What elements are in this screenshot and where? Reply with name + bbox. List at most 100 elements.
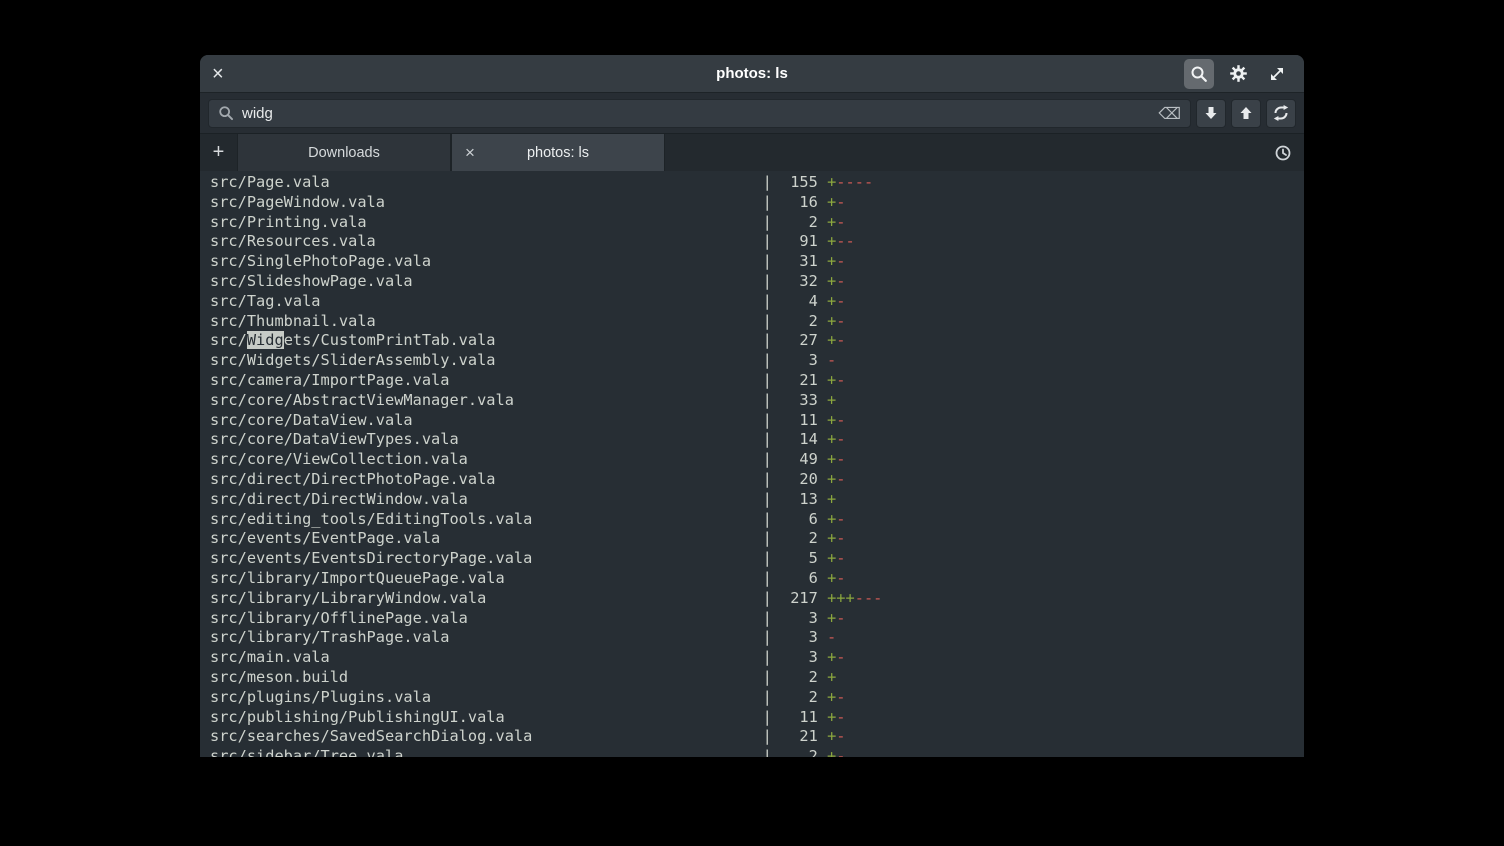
diff-addition-marker: +	[846, 589, 855, 607]
file-path: src/SlideshowPage.vala	[210, 272, 413, 290]
diff-addition-marker: +	[827, 549, 836, 567]
diff-stat-row: src/plugins/Plugins.vala | 2 +-	[210, 688, 1304, 708]
diff-deletion-marker: -	[864, 173, 873, 191]
diff-addition-marker: +	[827, 411, 836, 429]
change-count: | 3	[496, 351, 828, 369]
wrap-around-icon	[1272, 104, 1290, 122]
file-path: src/publishing/PublishingUI.vala	[210, 708, 505, 726]
diff-stat-row: src/library/ImportQueuePage.vala | 6 +-	[210, 569, 1304, 589]
search-previous-button[interactable]	[1231, 99, 1261, 128]
change-count: | 6	[505, 569, 827, 587]
change-count: | 2	[348, 668, 827, 686]
diff-deletion-marker: -	[836, 292, 845, 310]
search-icon	[218, 105, 234, 121]
diff-deletion-marker: -	[855, 173, 864, 191]
diff-deletion-marker: -	[836, 470, 845, 488]
diff-addition-marker: +	[827, 232, 836, 250]
diff-deletion-marker: -	[836, 450, 845, 468]
diff-stat-row: src/editing_tools/EditingTools.vala | 6 …	[210, 510, 1304, 530]
diff-deletion-marker: -	[836, 569, 845, 587]
fullscreen-button[interactable]	[1262, 59, 1292, 89]
change-count: | 4	[321, 292, 828, 310]
diff-deletion-marker: -	[846, 173, 855, 191]
diff-stat-row: src/meson.build | 2 +	[210, 668, 1304, 688]
gear-icon	[1229, 64, 1248, 83]
change-count: | 155	[330, 173, 827, 191]
change-count: | 21	[532, 727, 827, 745]
diff-addition-marker: +	[827, 589, 836, 607]
diff-stat-row: src/Widgets/SliderAssembly.vala | 3 -	[210, 351, 1304, 371]
history-button[interactable]	[1262, 134, 1304, 171]
change-count: | 5	[532, 549, 827, 567]
search-wrap-around-button[interactable]	[1266, 99, 1296, 128]
diff-addition-marker: +	[827, 747, 836, 757]
arrow-up-icon	[1238, 105, 1254, 121]
new-tab-button[interactable]: +	[200, 134, 237, 171]
file-path: src/SinglePhotoPage.vala	[210, 252, 431, 270]
tab-label: photos: ls	[527, 145, 589, 161]
terminal-output[interactable]: src/Page.vala | 155 +----src/PageWindow.…	[200, 171, 1304, 757]
diff-stat-row: src/direct/DirectPhotoPage.vala | 20 +-	[210, 470, 1304, 490]
diff-addition-marker: +	[827, 529, 836, 547]
diff-stat-row: src/Tag.vala | 4 +-	[210, 292, 1304, 312]
diff-deletion-marker: -	[846, 232, 855, 250]
file-path: src/Tag.vala	[210, 292, 321, 310]
change-count: | 11	[413, 411, 827, 429]
diff-deletion-marker: -	[836, 510, 845, 528]
diff-stat-row: src/Printing.vala | 2 +-	[210, 213, 1304, 233]
close-tab-icon[interactable]: ×	[465, 144, 475, 161]
diff-stat-row: src/library/LibraryWindow.vala | 217 +++…	[210, 589, 1304, 609]
change-count: | 49	[468, 450, 827, 468]
file-path: src/events/EventsDirectoryPage.vala	[210, 549, 532, 567]
diff-stat-row: src/Widgets/CustomPrintTab.vala | 27 +-	[210, 331, 1304, 351]
change-count: | 217	[486, 589, 827, 607]
file-path: src/library/LibraryWindow.vala	[210, 589, 486, 607]
diff-deletion-marker: -	[836, 232, 845, 250]
diff-addition-marker: +	[827, 272, 836, 290]
diff-stat-row: src/core/AbstractViewManager.vala | 33 +	[210, 391, 1304, 411]
close-window-button[interactable]: ×	[212, 64, 238, 84]
diff-addition-marker: +	[836, 589, 845, 607]
diff-addition-marker: +	[827, 173, 836, 191]
search-toggle-button[interactable]	[1184, 59, 1214, 89]
diff-stat-row: src/searches/SavedSearchDialog.vala | 21…	[210, 727, 1304, 747]
diff-addition-marker: +	[827, 470, 836, 488]
file-path: src/library/TrashPage.vala	[210, 628, 449, 646]
settings-menu-button[interactable]	[1223, 59, 1253, 89]
tab-downloads[interactable]: Downloads	[237, 134, 451, 171]
diff-addition-marker: +	[827, 312, 836, 330]
change-count: | 6	[532, 510, 827, 528]
search-next-button[interactable]	[1196, 99, 1226, 128]
diff-deletion-marker: -	[836, 430, 845, 448]
diff-deletion-marker: -	[836, 331, 845, 349]
diff-deletion-marker: -	[836, 727, 845, 745]
file-path: src/library/ImportQueuePage.vala	[210, 569, 505, 587]
change-count: | 2	[367, 213, 827, 231]
file-path: src/Resources.vala	[210, 232, 376, 250]
history-clock-icon	[1274, 144, 1292, 162]
diff-deletion-marker: -	[836, 529, 845, 547]
diff-addition-marker: +	[827, 331, 836, 349]
diff-stat-row: src/camera/ImportPage.vala | 21 +-	[210, 371, 1304, 391]
diff-stat-row: src/core/DataViewTypes.vala | 14 +-	[210, 430, 1304, 450]
clear-search-icon[interactable]: ⌫	[1158, 104, 1181, 123]
change-count: | 3	[468, 609, 827, 627]
search-input[interactable]: widg ⌫	[208, 99, 1191, 128]
diff-stat-row: src/main.vala | 3 +-	[210, 648, 1304, 668]
file-path: src/searches/SavedSearchDialog.vala	[210, 727, 532, 745]
diff-deletion-marker: -	[836, 252, 845, 270]
diff-deletion-marker: -	[836, 708, 845, 726]
file-path: src/Widgets/CustomPrintTab.vala	[210, 331, 496, 349]
diff-deletion-marker: -	[836, 213, 845, 231]
file-path: src/core/ViewCollection.vala	[210, 450, 468, 468]
diff-addition-marker: +	[827, 609, 836, 627]
diff-stat-row: src/library/TrashPage.vala | 3 -	[210, 628, 1304, 648]
diff-deletion-marker: -	[827, 628, 836, 646]
diff-addition-marker: +	[827, 648, 836, 666]
window-title: photos: ls	[200, 65, 1304, 82]
tab-bar: + Downloads × photos: ls	[200, 134, 1304, 171]
tab-photos-ls[interactable]: × photos: ls	[451, 134, 665, 171]
change-count: | 11	[505, 708, 827, 726]
diff-addition-marker: +	[827, 371, 836, 389]
diff-deletion-marker: -	[836, 173, 845, 191]
